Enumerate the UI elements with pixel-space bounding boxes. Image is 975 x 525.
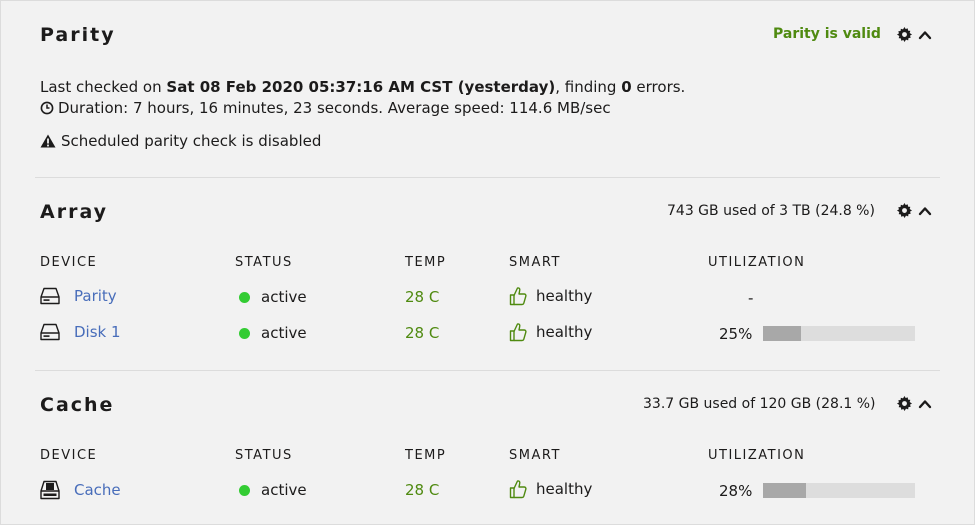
device-temp: 28 C [405,324,440,342]
column-header-smart: SMART [509,448,561,463]
warning-icon [40,134,56,148]
column-header-utilization: UTILIZATION [708,255,806,270]
cache-controls [897,396,932,411]
device-utilization-text: - [748,289,754,307]
device-status: active [239,324,307,342]
errors-label: errors. [636,78,686,96]
chevron-up-icon[interactable] [918,204,932,218]
duration-line: Duration: 7 hours, 16 minutes, 23 second… [40,99,611,117]
column-header-device: DEVICE [40,255,98,270]
schedule-warning-text: Scheduled parity check is disabled [61,132,322,150]
cache-title: Cache [40,394,115,416]
last-checked-line: Last checked on Sat 08 Feb 2020 05:37:16… [40,78,685,96]
ssd-icon [40,480,60,500]
device-link-cache[interactable]: Cache [74,481,121,499]
active-dot-icon [239,291,250,303]
device-smart-text: healthy [536,480,593,498]
thumbs-up-icon [509,286,527,306]
clock-icon [40,101,54,115]
last-checked-label: Last checked on [40,78,162,96]
utilization-bar [763,483,915,498]
schedule-warning-line: Scheduled parity check is disabled [40,132,321,150]
column-header-temp: TEMP [405,448,447,463]
thumbs-up-icon [509,322,527,342]
device-smart-text: healthy [536,323,593,341]
device-status-text: active [261,481,307,499]
device-status: active [239,481,307,499]
device-status-text: active [261,288,307,306]
disk-icon [40,287,60,305]
device-smart: healthy [509,479,592,499]
chevron-up-icon[interactable] [918,397,932,411]
table-row: Parity [40,287,117,305]
array-title: Array [40,201,109,223]
error-count: 0 [621,78,632,96]
device-smart-text: healthy [536,287,593,305]
divider [35,370,940,371]
table-row: Cache [40,480,121,500]
device-temp: 28 C [405,288,440,306]
disk-icon [40,323,60,341]
gear-icon[interactable] [897,203,912,218]
array-controls [897,203,932,218]
utilization-bar [763,326,915,341]
device-status-text: active [261,324,307,342]
device-link-disk1[interactable]: Disk 1 [74,323,121,341]
array-usage: 743 GB used of 3 TB (24.8 %) [667,203,875,219]
active-dot-icon [239,327,250,339]
parity-status: Parity is valid [773,26,881,42]
thumbs-up-icon [509,479,527,499]
divider [35,177,940,178]
device-utilization-text: 28% [719,482,753,500]
column-header-temp: TEMP [405,255,447,270]
finding-label: , finding [555,78,617,96]
device-status: active [239,288,307,306]
column-header-status: STATUS [235,448,293,463]
duration-text: Duration: 7 hours, 16 minutes, 23 second… [58,99,611,117]
utilization-bar-fill [763,326,801,341]
column-header-utilization: UTILIZATION [708,448,806,463]
device-smart: healthy [509,286,592,306]
device-smart: healthy [509,322,592,342]
utilization-bar-fill [763,483,806,498]
gear-icon[interactable] [897,27,912,42]
device-utilization-text: 25% [719,325,753,343]
parity-title: Parity [40,24,116,46]
parity-controls [897,27,932,42]
column-header-smart: SMART [509,255,561,270]
column-header-device: DEVICE [40,448,98,463]
active-dot-icon [239,484,250,496]
cache-usage: 33.7 GB used of 120 GB (28.1 %) [643,396,876,412]
device-temp: 28 C [405,481,440,499]
table-row: Disk 1 [40,323,121,341]
gear-icon[interactable] [897,396,912,411]
chevron-up-icon[interactable] [918,28,932,42]
last-checked-date: Sat 08 Feb 2020 05:37:16 AM CST (yesterd… [166,78,556,96]
column-header-status: STATUS [235,255,293,270]
device-link-parity[interactable]: Parity [74,287,117,305]
